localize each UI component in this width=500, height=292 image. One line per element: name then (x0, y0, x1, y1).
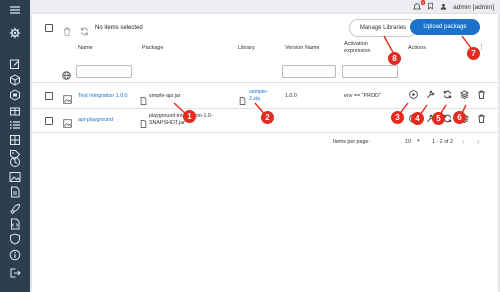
callout-badge: 7 (467, 47, 480, 60)
user-name[interactable]: admin [admin] (453, 4, 494, 11)
file-icon (140, 92, 147, 105)
items-per-page-select[interactable]: 10 (405, 139, 411, 145)
callout-badge: 8 (388, 52, 401, 65)
image-icon[interactable] (9, 171, 21, 183)
trash-icon[interactable] (63, 23, 71, 36)
shield-icon[interactable] (9, 233, 21, 245)
box-icon[interactable] (9, 89, 21, 101)
settings-icon[interactable] (9, 27, 21, 39)
play-icon[interactable] (409, 90, 418, 99)
clock-icon[interactable] (9, 156, 21, 168)
image-icon (63, 115, 72, 128)
pagination-range: 1 - 2 of 2 (432, 139, 453, 145)
script-icon[interactable] (9, 218, 21, 230)
divider (32, 82, 498, 83)
refresh-icon[interactable] (80, 23, 89, 36)
row-activation: env == "PROD" (344, 93, 381, 99)
user-icon (440, 3, 447, 12)
manage-libraries-button[interactable]: Manage Libraries (349, 19, 417, 37)
selection-status: No items selected (95, 25, 143, 31)
cube-icon[interactable] (9, 74, 21, 86)
trash-icon[interactable] (477, 114, 486, 123)
column-header-activation-line2[interactable]: expression (344, 48, 371, 54)
previous-page-icon[interactable]: ‹ (462, 137, 465, 146)
callout-badge: 3 (391, 111, 404, 124)
row-checkbox[interactable] (45, 117, 53, 125)
row-version: 1.0.0 (285, 93, 297, 99)
rocket-icon[interactable] (9, 203, 21, 215)
notification-count: 0 (420, 0, 426, 5)
edit-icon[interactable] (9, 58, 21, 70)
version-filter-input[interactable] (282, 65, 336, 78)
row-name-link[interactable]: Test Integration 1.0.0 (78, 93, 127, 99)
row-package-line1: playground-integration-1.0- (149, 113, 213, 119)
chevron-down-icon[interactable]: ▾ (417, 138, 420, 144)
callout-badge: 5 (432, 112, 445, 125)
list-icon[interactable] (9, 119, 21, 131)
row-library-link-line1[interactable]: sample- (249, 89, 268, 95)
grid-icon[interactable] (9, 134, 21, 146)
gift-icon[interactable] (9, 104, 21, 116)
top-bar-right: 0 admin [admin] (413, 0, 494, 12)
globe-icon (62, 67, 71, 80)
column-header-actions: Actions (408, 45, 427, 51)
column-header-activation-line1[interactable]: Activation (344, 41, 368, 47)
bookmark-icon[interactable] (427, 2, 434, 12)
info-icon[interactable] (9, 249, 21, 261)
callout-badge: 6 (453, 111, 466, 124)
row-library-link-line2[interactable]: 2.zip (249, 96, 260, 102)
image-icon (63, 91, 72, 104)
select-all-checkbox[interactable] (45, 24, 53, 32)
row-checkbox[interactable] (45, 92, 53, 100)
notifications-icon[interactable]: 0 (413, 0, 426, 11)
row-package-line2: SNAPSHOT.jar (149, 120, 185, 126)
refresh-icon[interactable] (443, 90, 452, 99)
upload-package-button[interactable]: Upload package (410, 19, 480, 35)
trash-icon[interactable] (477, 90, 486, 99)
logout-icon[interactable] (9, 267, 21, 279)
file-icon (140, 115, 147, 128)
callout-badge: 4 (411, 112, 424, 125)
callout-badge: 2 (261, 111, 274, 124)
document-icon[interactable] (9, 186, 21, 198)
column-header-package[interactable]: Package (142, 45, 163, 51)
row-name-link[interactable]: api-playground (78, 117, 113, 123)
name-filter-input[interactable] (76, 65, 132, 78)
packages-card: No items selected Manage Libraries Uploa… (32, 14, 498, 292)
file-icon (239, 92, 246, 105)
callout-badge: 1 (183, 110, 196, 123)
column-header-library[interactable]: Library (238, 45, 255, 51)
menu-icon[interactable] (9, 4, 21, 16)
row-package: simple-api.jar (149, 93, 181, 99)
next-page-icon[interactable]: › (477, 137, 480, 146)
sidebar (0, 0, 30, 292)
wrench-icon[interactable] (426, 90, 435, 99)
divider (32, 132, 498, 133)
top-bar: 0 admin [admin] (30, 0, 500, 14)
column-header-version-name[interactable]: Version Name (285, 45, 320, 51)
layers-icon[interactable] (460, 90, 469, 99)
column-header-name[interactable]: Name (78, 45, 93, 51)
activation-filter-input[interactable] (342, 65, 398, 78)
items-per-page-label: Items per page: (333, 139, 370, 145)
divider (32, 108, 498, 109)
